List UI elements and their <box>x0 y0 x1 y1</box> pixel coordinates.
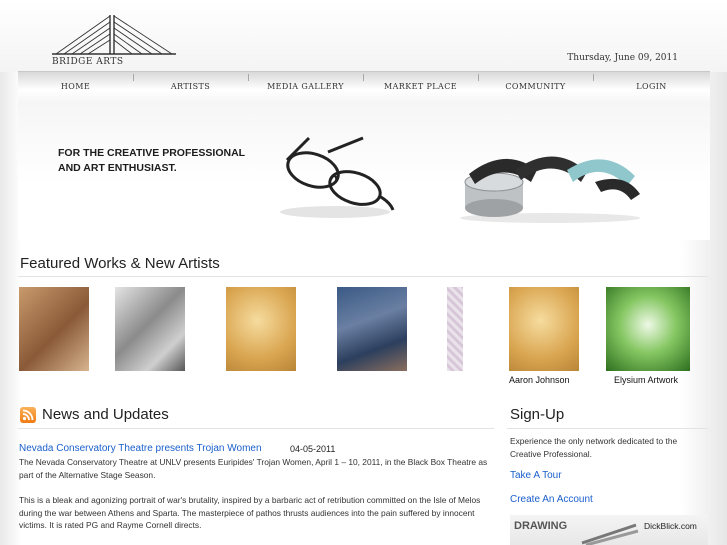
nav-artists[interactable]: ARTISTS <box>133 82 248 91</box>
artwork-thumbnail[interactable] <box>226 287 296 371</box>
pencils-icon <box>581 523 639 545</box>
create-account-link[interactable]: Create An Account <box>510 494 593 505</box>
section-divider <box>507 428 708 429</box>
nav-home[interactable]: HOME <box>18 82 133 91</box>
advertisement-banner[interactable]: DRAWING DickBlick.com <box>510 515 708 545</box>
nav-separator <box>133 74 134 81</box>
current-date: Thursday, June 09, 2011 <box>567 53 678 63</box>
artwork-thumbnail[interactable] <box>337 287 407 371</box>
artwork-thumbnail[interactable] <box>447 287 463 371</box>
artist-caption[interactable]: Aaron Johnson <box>509 375 570 385</box>
artwork-thumbnail[interactable] <box>115 287 185 371</box>
nav-separator <box>478 74 479 81</box>
artwork-thumbnail[interactable] <box>509 287 579 371</box>
banner-tagline: FOR THE CREATIVE PROFESSIONAL AND ART EN… <box>58 146 245 176</box>
logo-text: BRIDGE ARTS <box>52 57 124 67</box>
eyeglasses-image <box>280 136 395 218</box>
news-headline-link[interactable]: Nevada Conservatory Theatre presents Tro… <box>19 443 262 454</box>
take-tour-link[interactable]: Take A Tour <box>510 470 562 481</box>
main-nav: HOME ARTISTS MEDIA GALLERY MARKET PLACE … <box>18 71 710 102</box>
featured-section-title: Featured Works & New Artists <box>20 255 220 272</box>
nav-login[interactable]: LOGIN <box>593 82 710 91</box>
ad-headline: DRAWING <box>514 520 568 532</box>
news-paragraph: The Nevada Conservatory Theatre at UNLV … <box>19 457 488 480</box>
artwork-thumbnail[interactable] <box>606 287 690 371</box>
section-divider <box>18 428 494 429</box>
nav-separator <box>248 74 249 81</box>
film-reels-image <box>460 156 640 223</box>
nav-market-place[interactable]: MARKET PLACE <box>363 82 478 91</box>
artist-caption[interactable]: Elysium Artwork <box>614 375 678 385</box>
rss-icon[interactable] <box>20 407 36 423</box>
banner-tagline-line1: FOR THE CREATIVE PROFESSIONAL <box>58 147 246 159</box>
nav-community[interactable]: COMMUNITY <box>478 82 593 91</box>
news-paragraph: This is a bleak and agonizing portrait o… <box>19 495 481 530</box>
nav-separator <box>593 74 594 81</box>
section-divider <box>18 276 708 277</box>
nav-media-gallery[interactable]: MEDIA GALLERY <box>248 82 363 91</box>
nav-separator <box>363 74 364 81</box>
ad-brand: DickBlick.com <box>644 521 697 531</box>
signup-description: Experience the only network dedicated to… <box>510 436 678 459</box>
banner-tagline-line2: AND ART ENTHUSIAST. <box>58 162 177 174</box>
news-date: 04-05-2011 <box>290 444 336 454</box>
news-section-title: News and Updates <box>42 406 169 423</box>
signup-section-title: Sign-Up <box>510 406 565 423</box>
artwork-thumbnail[interactable] <box>19 287 89 371</box>
